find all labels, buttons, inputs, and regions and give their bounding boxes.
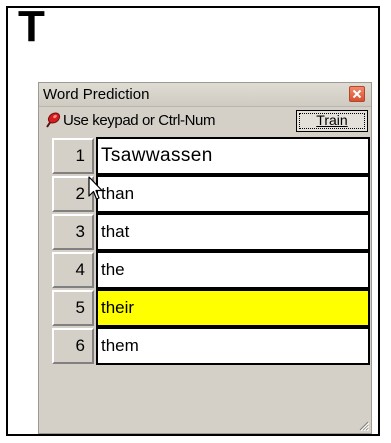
resize-grip-icon[interactable] bbox=[357, 419, 369, 431]
prediction-word[interactable]: them bbox=[96, 327, 370, 365]
prediction-number-button[interactable]: 6 bbox=[52, 328, 94, 364]
prediction-number-button[interactable]: 3 bbox=[52, 214, 94, 250]
word-prediction-window: Word Prediction Use keypad or Ctrl-Num T… bbox=[38, 82, 372, 434]
prediction-number-button[interactable]: 1 bbox=[52, 138, 94, 174]
hint-text: Use keypad or Ctrl-Num bbox=[63, 112, 216, 129]
prediction-row: 1 Tsawwassen bbox=[52, 136, 370, 175]
prediction-row: 4 the bbox=[52, 250, 370, 289]
mouse-pointer-icon bbox=[88, 176, 103, 200]
document-frame: T Word Prediction Use keypad or Ctrl-Num… bbox=[6, 2, 380, 436]
close-icon[interactable] bbox=[349, 86, 365, 102]
prediction-row: 5 their bbox=[52, 288, 370, 327]
prediction-row: 6 them bbox=[52, 326, 370, 365]
train-button-label: Train bbox=[316, 112, 348, 128]
prediction-row: 3 that bbox=[52, 212, 370, 251]
prediction-word[interactable]: that bbox=[96, 213, 370, 251]
window-title: Word Prediction bbox=[43, 86, 150, 103]
window-title-bar[interactable]: Word Prediction bbox=[39, 83, 371, 107]
prediction-word[interactable]: than bbox=[96, 175, 370, 213]
hint-row: Use keypad or Ctrl-Num Train bbox=[39, 107, 371, 135]
prediction-word[interactable]: the bbox=[96, 251, 370, 289]
document-text: T bbox=[18, 2, 45, 51]
red-pushpin-icon bbox=[46, 112, 61, 128]
prediction-word[interactable]: Tsawwassen bbox=[96, 137, 370, 175]
train-button[interactable]: Train bbox=[296, 110, 368, 132]
prediction-number-button[interactable]: 4 bbox=[52, 252, 94, 288]
prediction-number-button[interactable]: 5 bbox=[52, 290, 94, 326]
prediction-word[interactable]: their bbox=[96, 289, 370, 327]
